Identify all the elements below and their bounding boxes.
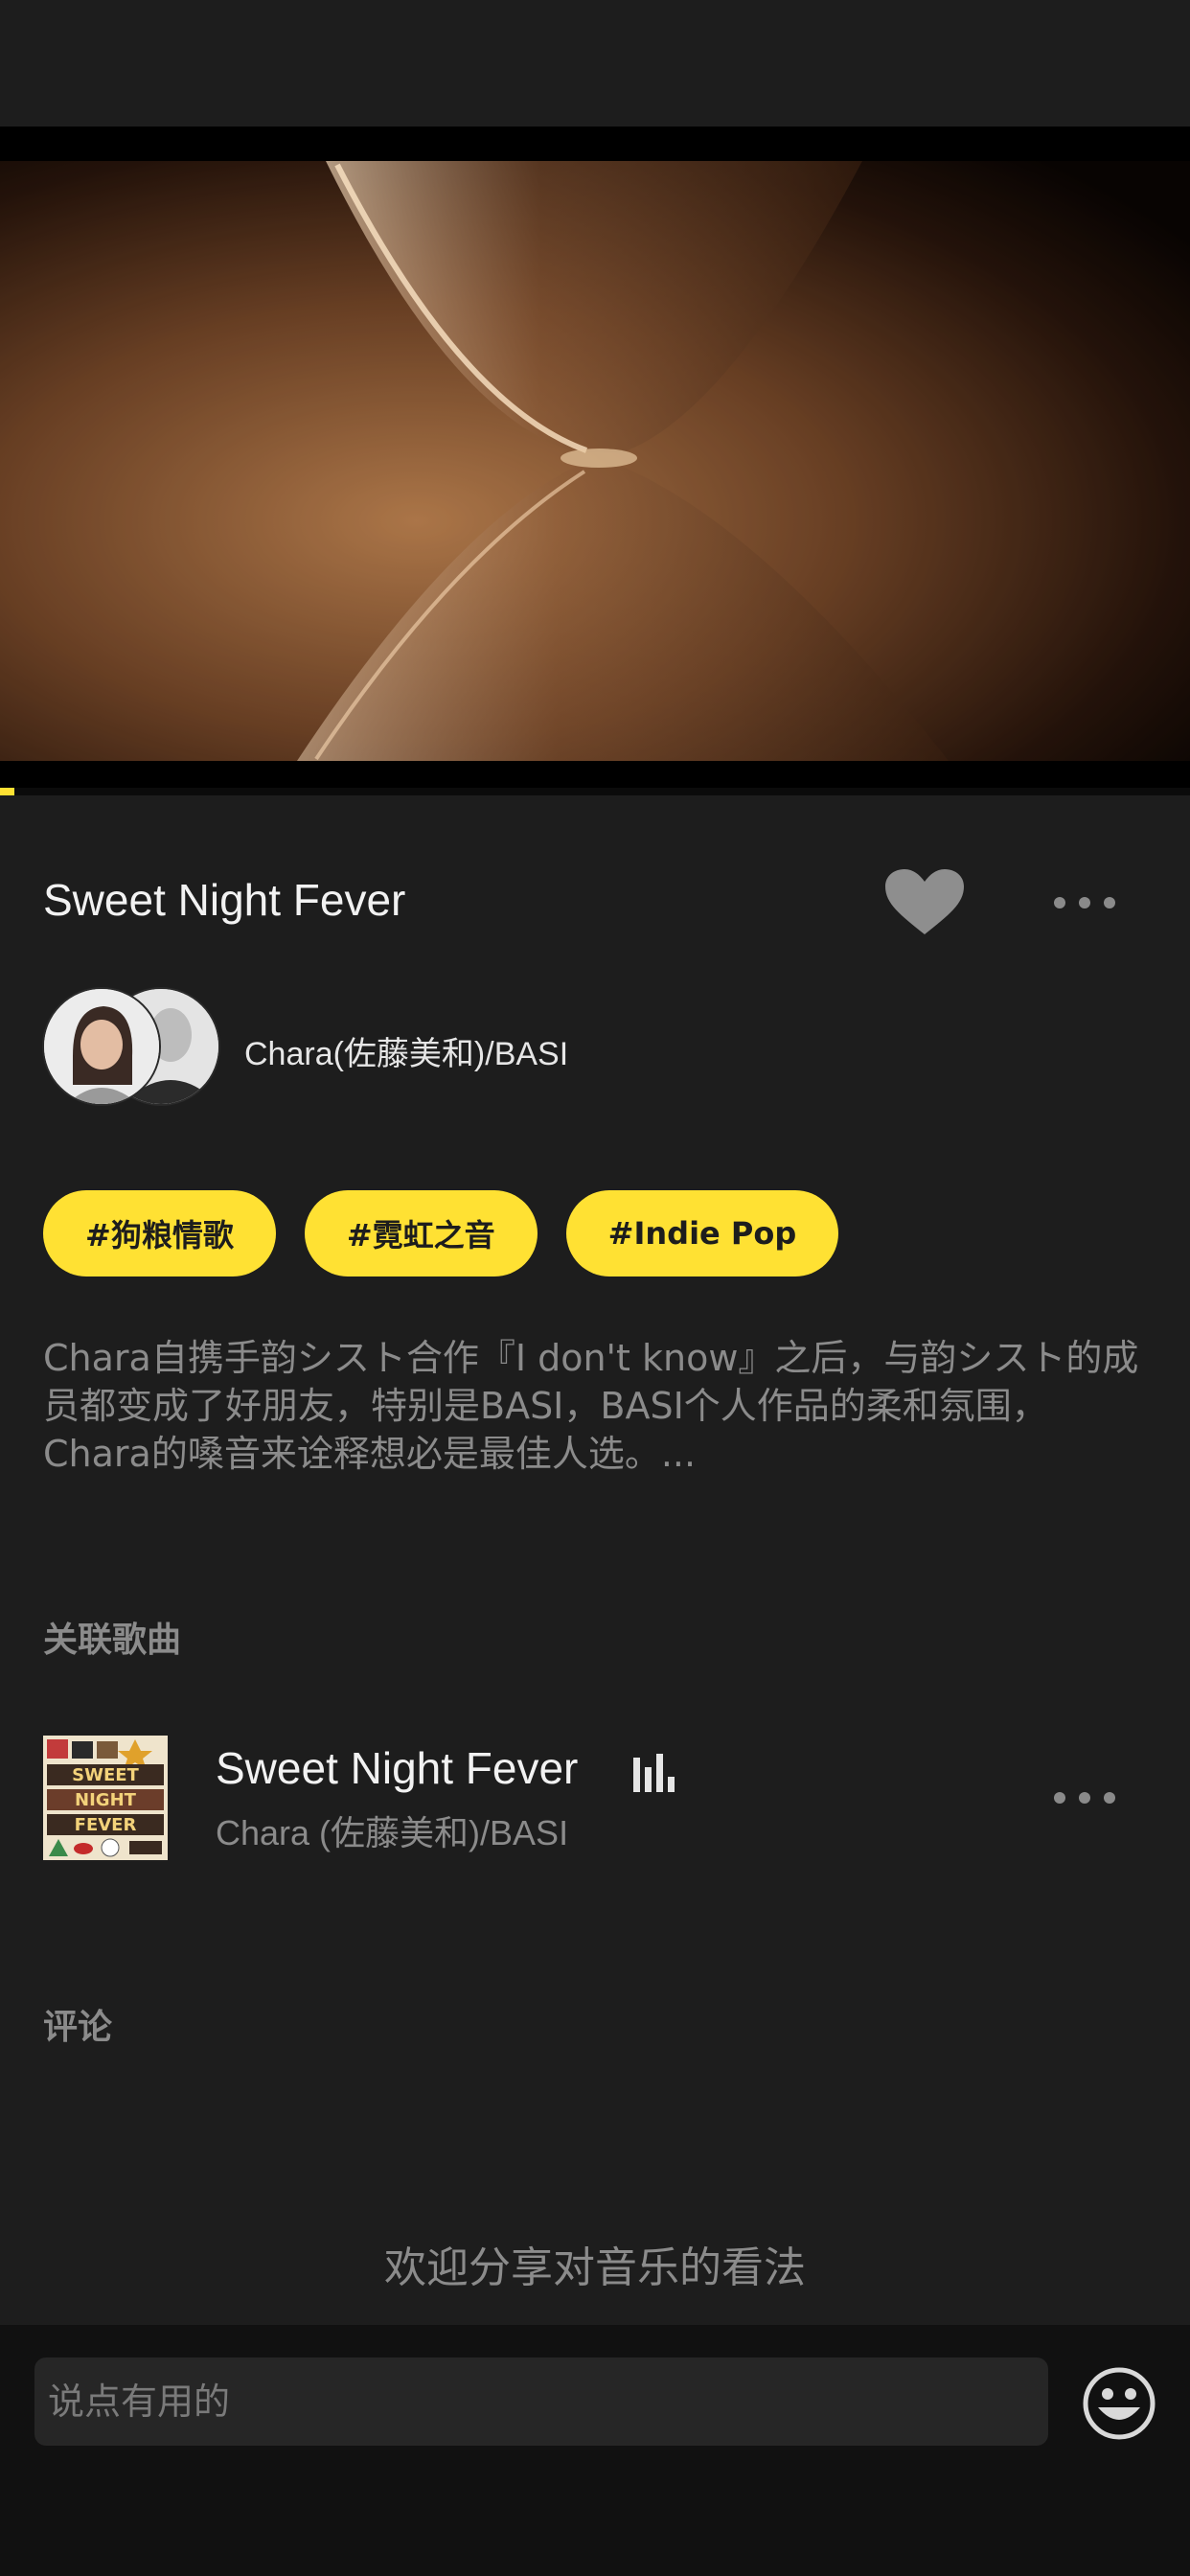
video-player[interactable]	[0, 126, 1190, 795]
video-frame-hourglass	[0, 126, 1190, 795]
svg-text:NIGHT: NIGHT	[75, 1790, 137, 1810]
related-songs-title: 关联歌曲	[43, 1621, 182, 1660]
artist-name[interactable]: Chara(佐藤美和)/BASI	[244, 1027, 568, 1074]
related-track-row[interactable]: SWEET NIGHT FEVER Sweet Night Fever Char…	[43, 1733, 1145, 1863]
comment-bar	[0, 2325, 1190, 2576]
more-options-button[interactable]	[1046, 884, 1123, 922]
playback-progress-bar[interactable]	[0, 788, 1190, 795]
heart-icon	[885, 869, 964, 934]
playback-progress-fill	[0, 788, 14, 795]
like-button[interactable]	[881, 867, 968, 938]
comments-empty-text: 欢迎分享对音乐的看法	[384, 2243, 806, 2292]
song-description[interactable]: Chara自携手韵シスト合作『I don't know』之后，与韵シスト的成员都…	[43, 1334, 1155, 1478]
equalizer-icon	[633, 1754, 675, 1792]
tag-chip[interactable]: #Indie Pop	[565, 1190, 839, 1276]
album-cover: SWEET NIGHT FEVER	[43, 1736, 168, 1860]
tag-list: #狗粮情歌 #霓虹之音 #Indie Pop	[43, 1190, 839, 1276]
track-artist: Chara (佐藤美和)/BASI	[216, 1813, 569, 1852]
svg-text:SWEET: SWEET	[72, 1765, 139, 1785]
comments-title: 评论	[43, 2008, 113, 2047]
emoji-icon	[1083, 2367, 1156, 2440]
tag-chip[interactable]: #霓虹之音	[304, 1190, 538, 1276]
track-title: Sweet Night Fever	[216, 1743, 579, 1793]
artist-avatars[interactable]	[42, 987, 220, 1106]
emoji-button[interactable]	[1081, 2365, 1157, 2442]
comment-input[interactable]	[34, 2358, 1048, 2446]
svg-text:FEVER: FEVER	[75, 1815, 137, 1835]
tag-chip[interactable]: #狗粮情歌	[43, 1190, 276, 1276]
status-bar-area	[0, 0, 1190, 126]
song-title: Sweet Night Fever	[43, 875, 406, 925]
track-more-button[interactable]	[1046, 1779, 1123, 1817]
avatar-chara	[42, 987, 161, 1106]
